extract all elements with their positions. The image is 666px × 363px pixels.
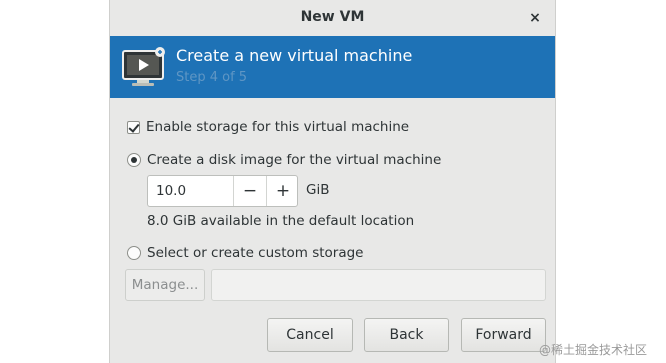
new-vm-dialog: New VM × Create a new virtual machine St… — [109, 0, 556, 363]
custom-storage-path-field[interactable] — [211, 269, 546, 301]
cancel-button[interactable]: Cancel — [267, 318, 353, 352]
window-title: New VM — [300, 9, 365, 25]
storage-page: Enable storage for this virtual machine … — [110, 98, 555, 363]
decrease-size-button[interactable]: − — [233, 176, 266, 206]
increase-size-button[interactable]: + — [266, 176, 299, 206]
banner-step-indicator: Step 4 of 5 — [176, 70, 248, 85]
custom-storage-label: Select or create custom storage — [147, 245, 364, 261]
step-banner: Create a new virtual machine Step 4 of 5 — [110, 36, 555, 98]
create-disk-label: Create a disk image for the virtual mach… — [147, 152, 442, 168]
title-bar: New VM × — [110, 0, 555, 37]
size-unit-label: GiB — [306, 182, 330, 198]
enable-storage-checkbox[interactable] — [127, 120, 140, 134]
enable-storage-row[interactable]: Enable storage for this virtual machine — [127, 119, 409, 135]
available-space-text: 8.0 GiB available in the default locatio… — [147, 213, 415, 229]
forward-button[interactable]: Forward — [461, 318, 546, 352]
custom-storage-row[interactable]: Select or create custom storage — [127, 245, 363, 261]
disk-size-spinner: − + — [147, 175, 298, 207]
create-disk-radio[interactable] — [127, 153, 141, 167]
close-icon[interactable]: × — [525, 8, 545, 28]
watermark-text: @稀土掘金技术社区 — [539, 343, 648, 357]
disk-size-input[interactable] — [148, 176, 232, 206]
custom-storage-radio[interactable] — [127, 246, 141, 260]
enable-storage-label: Enable storage for this virtual machine — [146, 119, 410, 135]
manage-storage-button[interactable]: Manage... — [125, 269, 205, 301]
create-disk-row[interactable]: Create a disk image for the virtual mach… — [127, 152, 441, 168]
banner-heading: Create a new virtual machine — [176, 46, 413, 65]
back-button[interactable]: Back — [364, 318, 449, 352]
monitor-play-icon — [122, 47, 165, 86]
